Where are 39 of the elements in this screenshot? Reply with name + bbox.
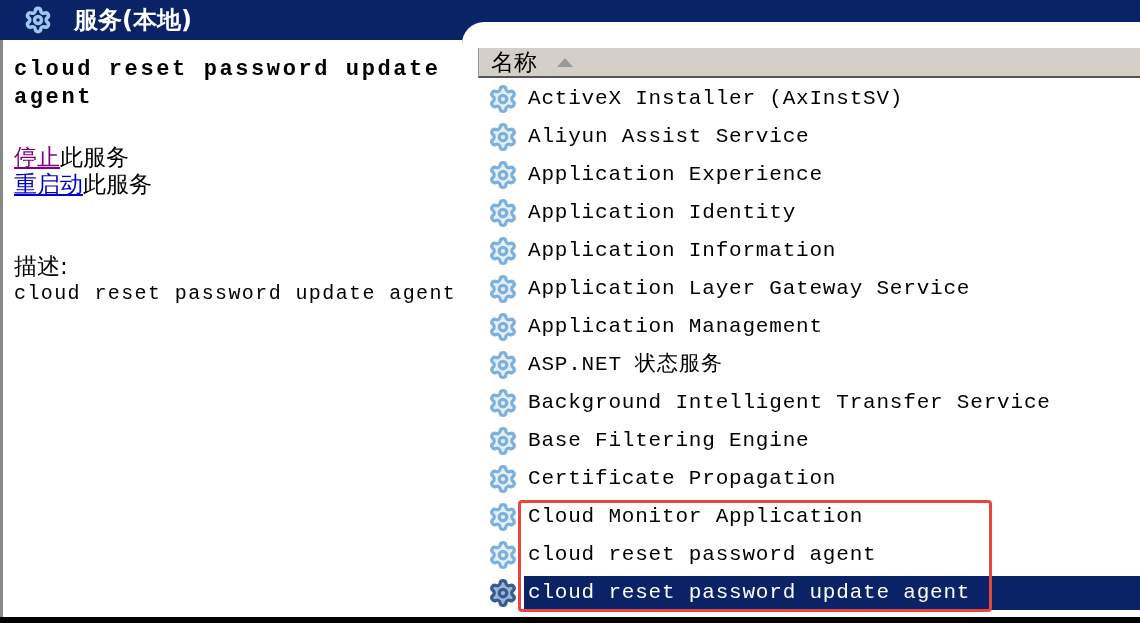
sort-arrow-icon xyxy=(557,57,573,67)
gear-icon xyxy=(488,312,518,342)
service-row[interactable]: Application Layer Gateway Service xyxy=(524,272,1140,306)
service-row[interactable]: ASP.NET 状态服务 xyxy=(524,348,1140,382)
column-header[interactable]: 名称 xyxy=(478,48,1140,78)
gear-icon xyxy=(488,160,518,190)
gear-icon xyxy=(24,6,52,34)
service-row[interactable]: Aliyun Assist Service xyxy=(524,120,1140,154)
gear-icon xyxy=(488,578,518,608)
service-row[interactable]: Background Intelligent Transfer Service xyxy=(524,386,1140,420)
gear-icon xyxy=(488,388,518,418)
gear-icon xyxy=(488,236,518,266)
description-label: 描述: xyxy=(14,253,69,280)
gear-icon xyxy=(488,198,518,228)
gear-icon xyxy=(488,540,518,570)
service-row[interactable]: Certificate Propagation xyxy=(524,462,1140,496)
service-row[interactable]: Application Identity xyxy=(524,196,1140,230)
action-text: 此服务 xyxy=(83,171,152,198)
description-text: cloud reset password update agent xyxy=(14,281,458,307)
action-text: 此服务 xyxy=(60,144,129,171)
gear-icon xyxy=(488,502,518,532)
gear-icon xyxy=(488,122,518,152)
service-row[interactable]: ActiveX Installer (AxInstSV) xyxy=(524,82,1140,116)
service-row[interactable]: cloud reset password agent xyxy=(524,538,1140,572)
service-row[interactable]: Cloud Monitor Application xyxy=(524,500,1140,534)
service-row[interactable]: Application Management xyxy=(524,310,1140,344)
service-name: cloud reset password update agent xyxy=(14,56,442,112)
gear-icon xyxy=(488,350,518,380)
window-title: 服务(本地) xyxy=(74,5,192,36)
service-row[interactable]: cloud reset password update agent xyxy=(524,576,1140,610)
service-row[interactable]: Base Filtering Engine xyxy=(524,424,1140,458)
gear-icon xyxy=(488,426,518,456)
action-link[interactable]: 停止 xyxy=(14,144,60,171)
service-row[interactable]: Application Experience xyxy=(524,158,1140,192)
gear-icon xyxy=(488,464,518,494)
action-link[interactable]: 重启动 xyxy=(14,171,83,198)
gear-icon xyxy=(488,84,518,114)
service-row[interactable]: Application Information xyxy=(524,234,1140,268)
gear-icon xyxy=(488,274,518,304)
